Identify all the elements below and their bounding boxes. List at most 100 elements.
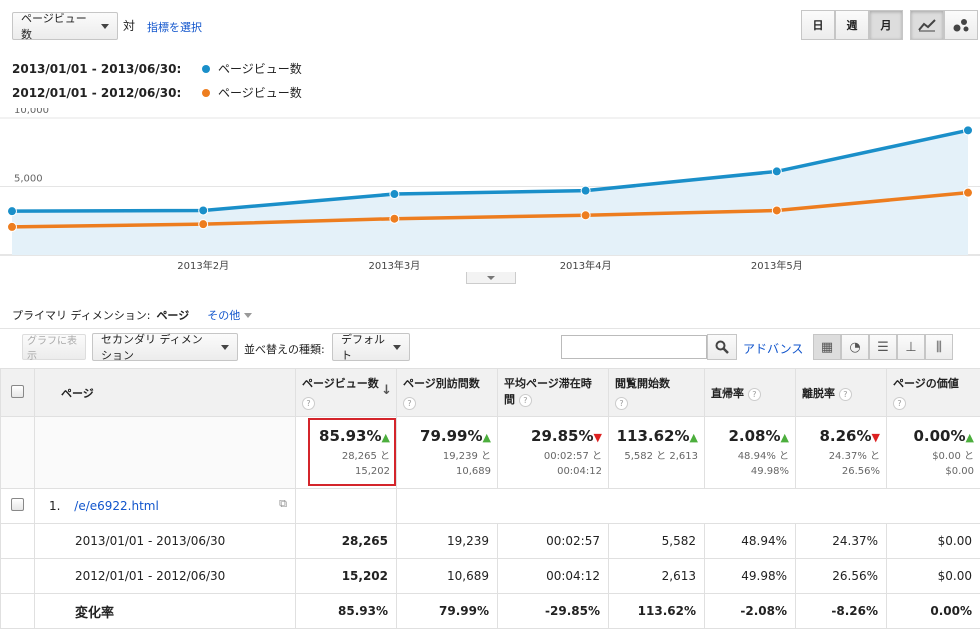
summary-cell: 2.08%▲ 48.94% と 49.98% xyxy=(704,416,796,489)
arrow-down-icon: ▼ xyxy=(593,431,602,444)
sort-desc-icon: ↓ xyxy=(381,383,392,398)
table-cell: $0.00 xyxy=(886,523,980,559)
help-icon[interactable]: ? xyxy=(747,387,761,401)
table-cell: 24.37% xyxy=(795,523,887,559)
x-tick-label: 2013年2月 xyxy=(177,259,229,272)
pie-icon: ◔ xyxy=(849,339,861,355)
column-header-page[interactable]: ページ xyxy=(34,368,296,417)
row-spacer xyxy=(396,488,980,524)
pivot-icon: ⫼ xyxy=(936,339,942,355)
help-icon[interactable]: ? xyxy=(403,397,416,410)
advanced-filter-link[interactable]: アドバンス xyxy=(743,340,803,357)
data-point xyxy=(198,219,209,230)
column-header-avg-time[interactable]: 平均ページ滞在時間 ? xyxy=(497,368,609,417)
summary-spacer xyxy=(34,416,296,489)
period-month-button[interactable]: 月 xyxy=(869,10,903,40)
row-checkbox[interactable] xyxy=(11,498,24,511)
data-point xyxy=(580,210,591,221)
table-cell: 28,265 xyxy=(295,523,397,559)
percentage-view-button[interactable]: ◔ xyxy=(841,334,869,360)
row-date-range: 変化率 xyxy=(34,593,296,629)
summary-change: 29.85% xyxy=(531,427,594,445)
column-header-label: ページ別訪問数 xyxy=(403,377,480,390)
legend-dates: 2013/01/01 - 2013/06/30: xyxy=(12,61,182,76)
secondary-dimension-select[interactable]: セカンダリ ディメンション xyxy=(92,333,238,362)
table-row: 変化率 85.93% 79.99% -29.85% 113.62% -2.08% -8.26… xyxy=(0,593,980,629)
table-cell: -8.26% xyxy=(795,593,887,629)
select-all-checkbox[interactable] xyxy=(11,384,24,398)
chart-legend: 2013/01/01 - 2013/06/30: ページビュー数 2012/01… xyxy=(12,60,302,101)
data-table-view-button[interactable]: ▦ xyxy=(813,334,841,360)
primary-dimension-label: プライマリ ディメンション: xyxy=(12,309,151,322)
help-icon[interactable]: ? xyxy=(893,397,906,410)
summary-cell: 113.62%▲ 5,582 と 2,613 xyxy=(608,416,705,489)
metric-select[interactable]: ページビュー数 xyxy=(12,12,118,41)
choose-metric-link[interactable]: 指標を選択 xyxy=(147,19,202,35)
select-all-cell xyxy=(0,368,35,417)
summary-spacer xyxy=(0,416,35,489)
sort-type-select[interactable]: デフォルト xyxy=(332,333,410,362)
comparison-view-button[interactable]: ⊥ xyxy=(897,334,925,360)
data-point xyxy=(771,205,782,216)
summary-compare: $0.00 xyxy=(945,466,974,477)
chevron-down-icon xyxy=(244,312,253,318)
row-checkbox-cell xyxy=(0,488,35,524)
summary-row: 85.93%▲ 28,265 と 15,202 79.99%▲ 19,239 と 10,6… xyxy=(0,416,980,489)
open-external-icon[interactable]: ⧉ xyxy=(279,497,287,511)
row-date-range: 2012/01/01 - 2012/06/30 xyxy=(34,558,296,594)
column-header-page-value[interactable]: ページの価値? xyxy=(886,368,980,417)
table-search-input[interactable] xyxy=(561,335,707,359)
column-header-entrances[interactable]: 閲覧開始数? xyxy=(608,368,705,417)
chevron-down-icon xyxy=(101,23,109,29)
column-header-label: 閲覧開始数 xyxy=(615,377,670,390)
line-chart-button[interactable] xyxy=(910,10,944,40)
other-dimension-link[interactable]: その他 xyxy=(207,307,240,323)
data-point xyxy=(771,166,782,177)
column-header-exit-rate[interactable]: 離脱率 ? xyxy=(795,368,887,417)
help-icon[interactable]: ? xyxy=(302,397,315,410)
primary-dimension-page[interactable]: ページ xyxy=(156,307,189,323)
data-point xyxy=(389,213,400,224)
motion-chart-button[interactable] xyxy=(944,10,978,40)
data-point xyxy=(580,185,591,196)
column-header-unique-pageviews[interactable]: ページ別訪問数? xyxy=(396,368,498,417)
search-button[interactable] xyxy=(707,334,737,360)
chart-collapse-handle[interactable] xyxy=(466,272,516,284)
summary-cell: 0.00%▲ $0.00 と $0.00 xyxy=(886,416,980,489)
divider xyxy=(0,328,980,329)
pivot-view-button[interactable]: ⫼ xyxy=(925,334,953,360)
arrow-down-icon: ▼ xyxy=(871,431,880,444)
chevron-down-icon xyxy=(393,344,401,350)
chart-type-switcher xyxy=(910,10,978,40)
x-tick-label: 2013年4月 xyxy=(560,259,612,272)
help-icon[interactable]: ? xyxy=(518,394,532,407)
summary-compare: 24.37% と xyxy=(828,451,880,462)
performance-view-button[interactable]: ☰ xyxy=(869,334,897,360)
period-day-button[interactable]: 日 xyxy=(801,10,835,40)
row-page-link[interactable]: /e/e6922.html xyxy=(74,499,159,513)
column-header-pageviews[interactable]: ページビュー数 ? ↓ xyxy=(295,368,397,417)
legend-dot-blue xyxy=(202,64,210,73)
summary-change: 79.99% xyxy=(420,427,483,445)
arrow-up-icon: ▲ xyxy=(482,431,491,444)
data-point xyxy=(198,205,209,216)
data-point xyxy=(7,221,17,232)
row-page-cell: 1. /e/e6922.html ⧉ xyxy=(34,488,296,524)
table-view-switcher: ▦ ◔ ☰ ⊥ ⫼ xyxy=(813,334,953,360)
row-spacer xyxy=(295,488,397,524)
arrow-up-icon: ▲ xyxy=(780,431,789,444)
table-cell: -2.08% xyxy=(704,593,796,629)
column-header-bounce-rate[interactable]: 直帰率 ? xyxy=(704,368,796,417)
help-icon[interactable]: ? xyxy=(615,397,628,410)
column-header-label: 平均ページ滞在時間 xyxy=(504,377,592,406)
plot-rows-button[interactable]: グラフに表示 xyxy=(22,334,86,362)
table-row: 2012/01/01 - 2012/06/30 15,202 10,689 00:04… xyxy=(0,558,980,594)
vs-label: 対 xyxy=(123,19,136,33)
period-week-button[interactable]: 週 xyxy=(835,10,869,40)
y-tick-label: 10,000 xyxy=(14,108,49,116)
summary-compare: 26.56% xyxy=(841,466,880,477)
help-icon[interactable]: ? xyxy=(838,387,852,401)
summary-change: 113.62% xyxy=(616,427,690,445)
chevron-down-icon xyxy=(221,344,229,350)
data-table: ページ ページビュー数 ? ↓ ページ別訪問数? 平均ページ滞在時間 ? 閲覧開… xyxy=(0,368,980,629)
